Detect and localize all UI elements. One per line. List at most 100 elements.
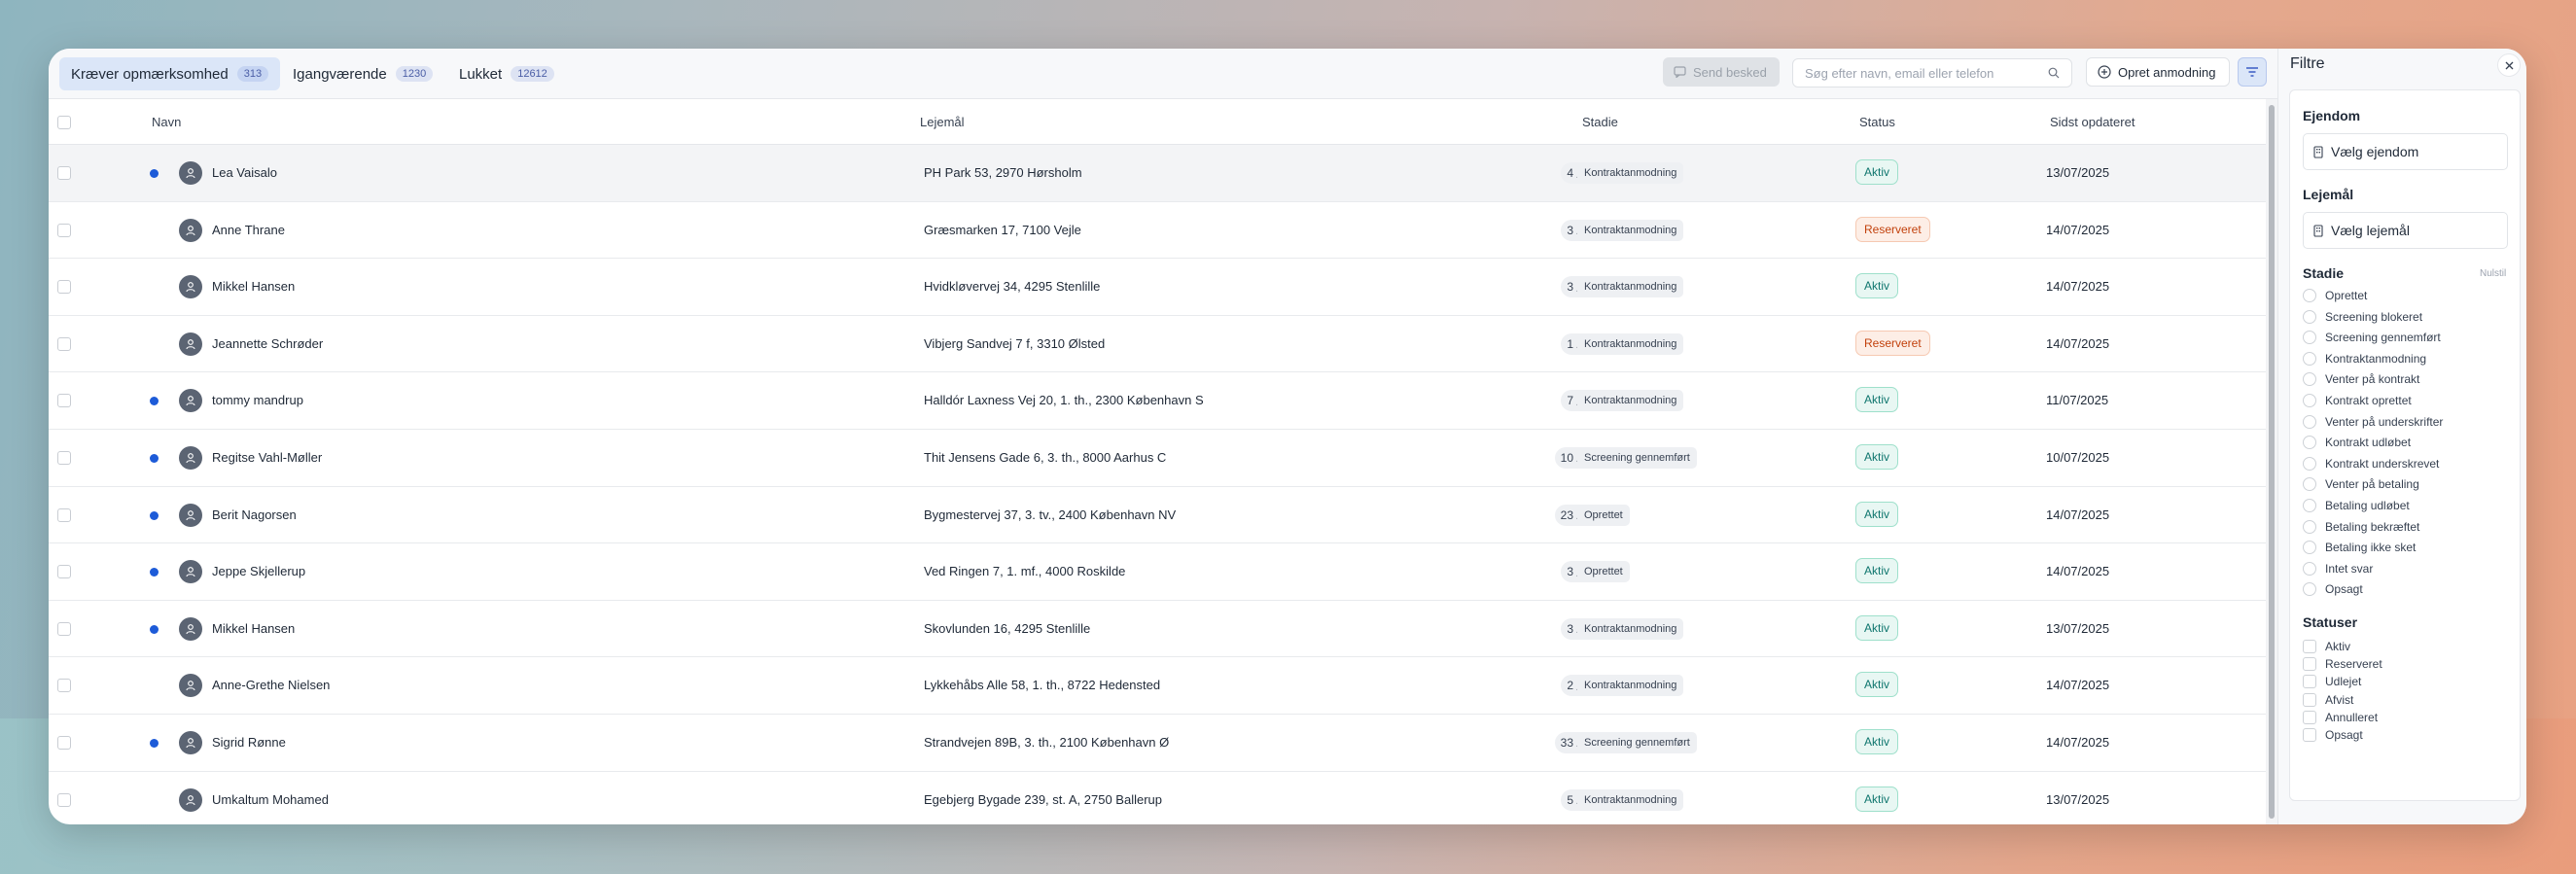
status-checkbox[interactable]: [2303, 728, 2316, 742]
send-message-button[interactable]: Send besked: [1663, 57, 1780, 87]
status-option-label: Reserveret: [2325, 657, 2382, 672]
row-checkbox[interactable]: [57, 679, 71, 693]
status-checkbox[interactable]: [2303, 692, 2316, 707]
column-header-lease[interactable]: Lejemål: [920, 115, 965, 129]
table-row[interactable]: Anne Thrane Græsmarken 17, 7100 Vejle 3 Kon…: [49, 202, 2266, 260]
tab-needs-attention[interactable]: Kræver opmærksomhed 313: [59, 57, 281, 90]
status-option[interactable]: Reserveret: [2303, 657, 2382, 672]
lease-select[interactable]: Vælg lejemål: [2303, 212, 2508, 249]
lease-address: Thit Jensens Gade 6, 3. th., 8000 Aarhus…: [924, 449, 1167, 465]
column-header-updated[interactable]: Sidst opdateret: [2050, 115, 2135, 129]
stage-option[interactable]: Venter på betaling: [2303, 477, 2419, 492]
row-checkbox[interactable]: [57, 394, 71, 408]
stage-option[interactable]: Betaling udløbet: [2303, 499, 2410, 512]
stage-option[interactable]: Kontrakt oprettet: [2303, 394, 2412, 407]
stage-option[interactable]: Kontraktanmodning: [2303, 351, 2426, 366]
table-row[interactable]: Berit Nagorsen Bygmestervej 37, 3. tv., 2…: [49, 487, 2266, 544]
unread-indicator: [150, 169, 159, 178]
stage-radio[interactable]: [2303, 519, 2316, 534]
stage-radio[interactable]: [2303, 289, 2316, 302]
stage-option-label: Opsagt: [2325, 582, 2363, 597]
stage-reset-link[interactable]: Nulstil: [2480, 268, 2506, 279]
status-checkbox[interactable]: [2303, 710, 2316, 724]
table-row[interactable]: Mikkel Hansen Hvidkløvervej 34, 4295 Sten…: [49, 259, 2266, 316]
stage-radio[interactable]: [2303, 331, 2316, 345]
scrollbar-thumb[interactable]: [2269, 105, 2275, 819]
row-checkbox[interactable]: [57, 336, 71, 351]
stage-option[interactable]: Kontrakt underskrevet: [2303, 456, 2439, 471]
column-header-stage[interactable]: Stadie: [1582, 115, 1618, 129]
stage-radio[interactable]: [2303, 394, 2316, 407]
table-row[interactable]: Jeannette Schrøder Vibjerg Sandvej 7 f, 3…: [49, 316, 2266, 373]
row-checkbox[interactable]: [57, 223, 71, 237]
tab-closed[interactable]: Lukket 12612: [447, 57, 566, 90]
person-icon: [186, 509, 195, 520]
stage-option[interactable]: Venter på underskrifter: [2303, 414, 2443, 429]
stage-radio[interactable]: [2303, 414, 2316, 429]
stage-option[interactable]: Betaling ikke sket: [2303, 541, 2416, 555]
select-all-checkbox[interactable]: [57, 116, 71, 129]
status-option[interactable]: Opsagt: [2303, 728, 2363, 742]
status-checkbox[interactable]: [2303, 657, 2316, 672]
status-badge: Aktiv: [1855, 501, 1899, 527]
stage-option[interactable]: Screening gennemført: [2303, 331, 2441, 345]
close-filters-button[interactable]: [2497, 53, 2521, 77]
column-header-status[interactable]: Status: [1859, 115, 1895, 129]
tab-in-progress[interactable]: Igangværende 1230: [281, 57, 444, 90]
status-checkbox[interactable]: [2303, 675, 2316, 689]
stage-radio[interactable]: [2303, 456, 2316, 471]
table-row[interactable]: Umkaltum Mohamed Egebjerg Bygade 239, st.…: [49, 772, 2266, 824]
stage-radio[interactable]: [2303, 499, 2316, 512]
stage-option[interactable]: Venter på kontrakt: [2303, 372, 2419, 387]
tab-count-badge: 313: [236, 66, 269, 82]
status-option[interactable]: Aktiv: [2303, 640, 2350, 653]
stage-radio[interactable]: [2303, 477, 2316, 492]
stage-radio[interactable]: [2303, 372, 2316, 387]
stage-badge: Screening gennemført: [1577, 446, 1697, 469]
table-row[interactable]: Regitse Vahl-Møller Thit Jensens Gade 6, …: [49, 430, 2266, 487]
table-row[interactable]: Mikkel Hansen Skovlunden 16, 4295 Stenlil…: [49, 601, 2266, 658]
stage-radio[interactable]: [2303, 309, 2316, 324]
stage-option[interactable]: Intet svar: [2303, 561, 2373, 576]
stage-option[interactable]: Betaling bekræftet: [2303, 519, 2419, 534]
create-request-button[interactable]: Opret anmodning: [2086, 57, 2230, 87]
applicant-count-value: 23: [1560, 507, 1573, 522]
status-option[interactable]: Annulleret: [2303, 710, 2378, 724]
row-checkbox[interactable]: [57, 166, 71, 180]
column-header-name[interactable]: Navn: [152, 115, 181, 129]
status-checkbox[interactable]: [2303, 640, 2316, 653]
property-select[interactable]: Vælg ejendom: [2303, 133, 2508, 170]
stage-option[interactable]: Opsagt: [2303, 582, 2363, 597]
search-input[interactable]: [1805, 65, 2048, 81]
row-checkbox[interactable]: [57, 507, 71, 522]
row-checkbox[interactable]: [57, 792, 71, 807]
row-checkbox[interactable]: [57, 450, 71, 465]
stage-radio[interactable]: [2303, 582, 2316, 597]
stage-option[interactable]: Oprettet: [2303, 289, 2367, 302]
stage-option[interactable]: Kontrakt udløbet: [2303, 436, 2411, 450]
stage-option[interactable]: Screening blokeret: [2303, 309, 2422, 324]
person-icon: [186, 225, 195, 235]
stage-radio[interactable]: [2303, 351, 2316, 366]
row-checkbox[interactable]: [57, 565, 71, 579]
row-checkbox[interactable]: [57, 621, 71, 636]
row-checkbox[interactable]: [57, 280, 71, 295]
stage-badge: Kontraktanmodning: [1577, 675, 1684, 697]
last-updated: 14/07/2025: [2046, 564, 2110, 579]
unread-indicator: [150, 738, 159, 748]
status-option[interactable]: Udlejet: [2303, 675, 2361, 689]
stage-radio[interactable]: [2303, 561, 2316, 576]
row-checkbox[interactable]: [57, 735, 71, 750]
send-message-label: Send besked: [1693, 64, 1767, 80]
table-row[interactable]: tommy mandrup Halldór Laxness Vej 20, 1. …: [49, 372, 2266, 430]
table-row[interactable]: Jeppe Skjellerup Ved Ringen 7, 1. mf., 40…: [49, 543, 2266, 601]
table-row[interactable]: Anne-Grethe Nielsen Lykkehåbs Alle 58, 1.…: [49, 657, 2266, 715]
table-row[interactable]: Lea Vaisalo PH Park 53, 2970 Hørsholm 4 Kon…: [49, 145, 2266, 202]
last-updated: 13/07/2025: [2046, 791, 2110, 807]
stage-radio[interactable]: [2303, 541, 2316, 555]
filter-toggle-button[interactable]: [2238, 57, 2267, 87]
status-option[interactable]: Afvist: [2303, 692, 2353, 707]
table-row[interactable]: Sigrid Rønne Strandvejen 89B, 3. th., 210…: [49, 715, 2266, 772]
person-icon: [186, 282, 195, 293]
stage-radio[interactable]: [2303, 436, 2316, 450]
